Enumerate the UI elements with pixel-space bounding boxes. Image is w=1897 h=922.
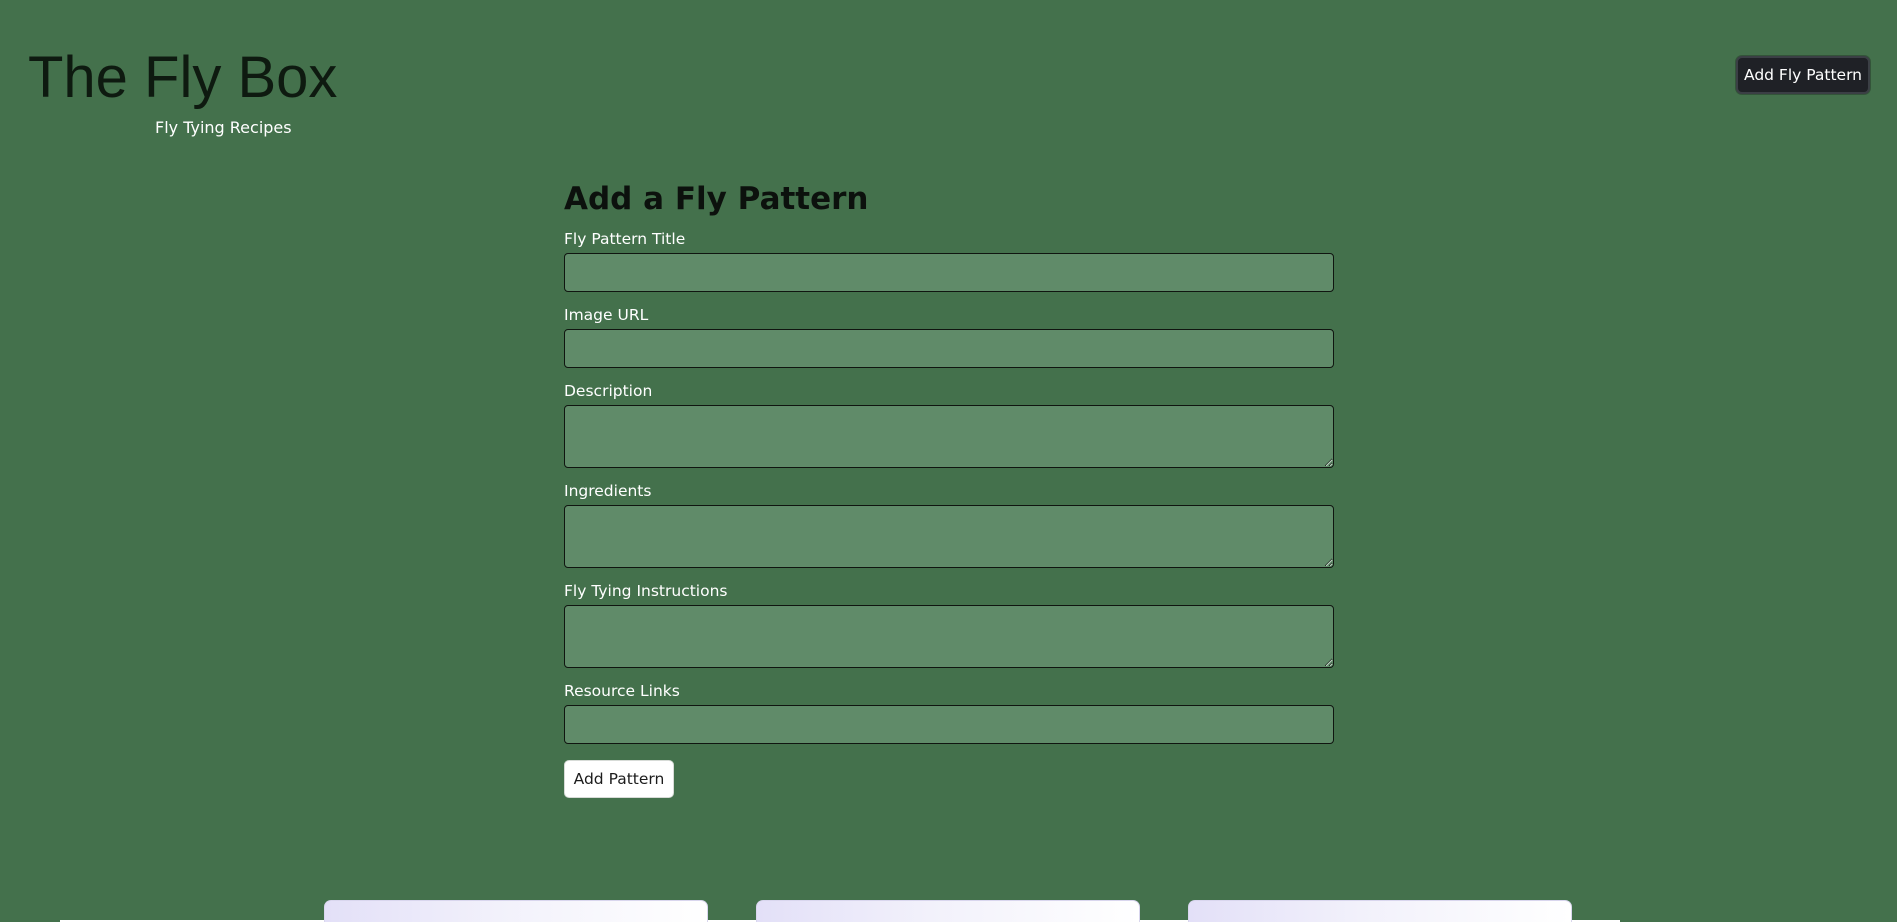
pattern-card[interactable] [324,900,708,922]
pattern-card[interactable] [1188,900,1572,922]
add-pattern-submit-button[interactable]: Add Pattern [564,760,674,798]
instructions-label: Fly Tying Instructions [564,582,728,600]
site-subtitle: Fly Tying Recipes [155,118,292,137]
resource-links-input[interactable] [564,705,1334,744]
instructions-textarea[interactable] [564,605,1334,668]
image-url-label: Image URL [564,306,649,324]
description-label: Description [564,382,653,400]
title-label: Fly Pattern Title [564,230,686,248]
image-url-input[interactable] [564,329,1334,368]
ingredients-label: Ingredients [564,482,652,500]
title-input[interactable] [564,253,1334,292]
add-pattern-form: Add a Fly Pattern Fly Pattern Title Imag… [564,176,1334,798]
add-fly-pattern-nav-button[interactable]: Add Fly Pattern [1736,56,1870,94]
description-textarea[interactable] [564,405,1334,468]
form-heading: Add a Fly Pattern [564,181,869,217]
resource-links-label: Resource Links [564,682,680,700]
pattern-card[interactable] [756,900,1140,922]
site-title: The Fly Box [28,45,338,110]
ingredients-textarea[interactable] [564,505,1334,568]
